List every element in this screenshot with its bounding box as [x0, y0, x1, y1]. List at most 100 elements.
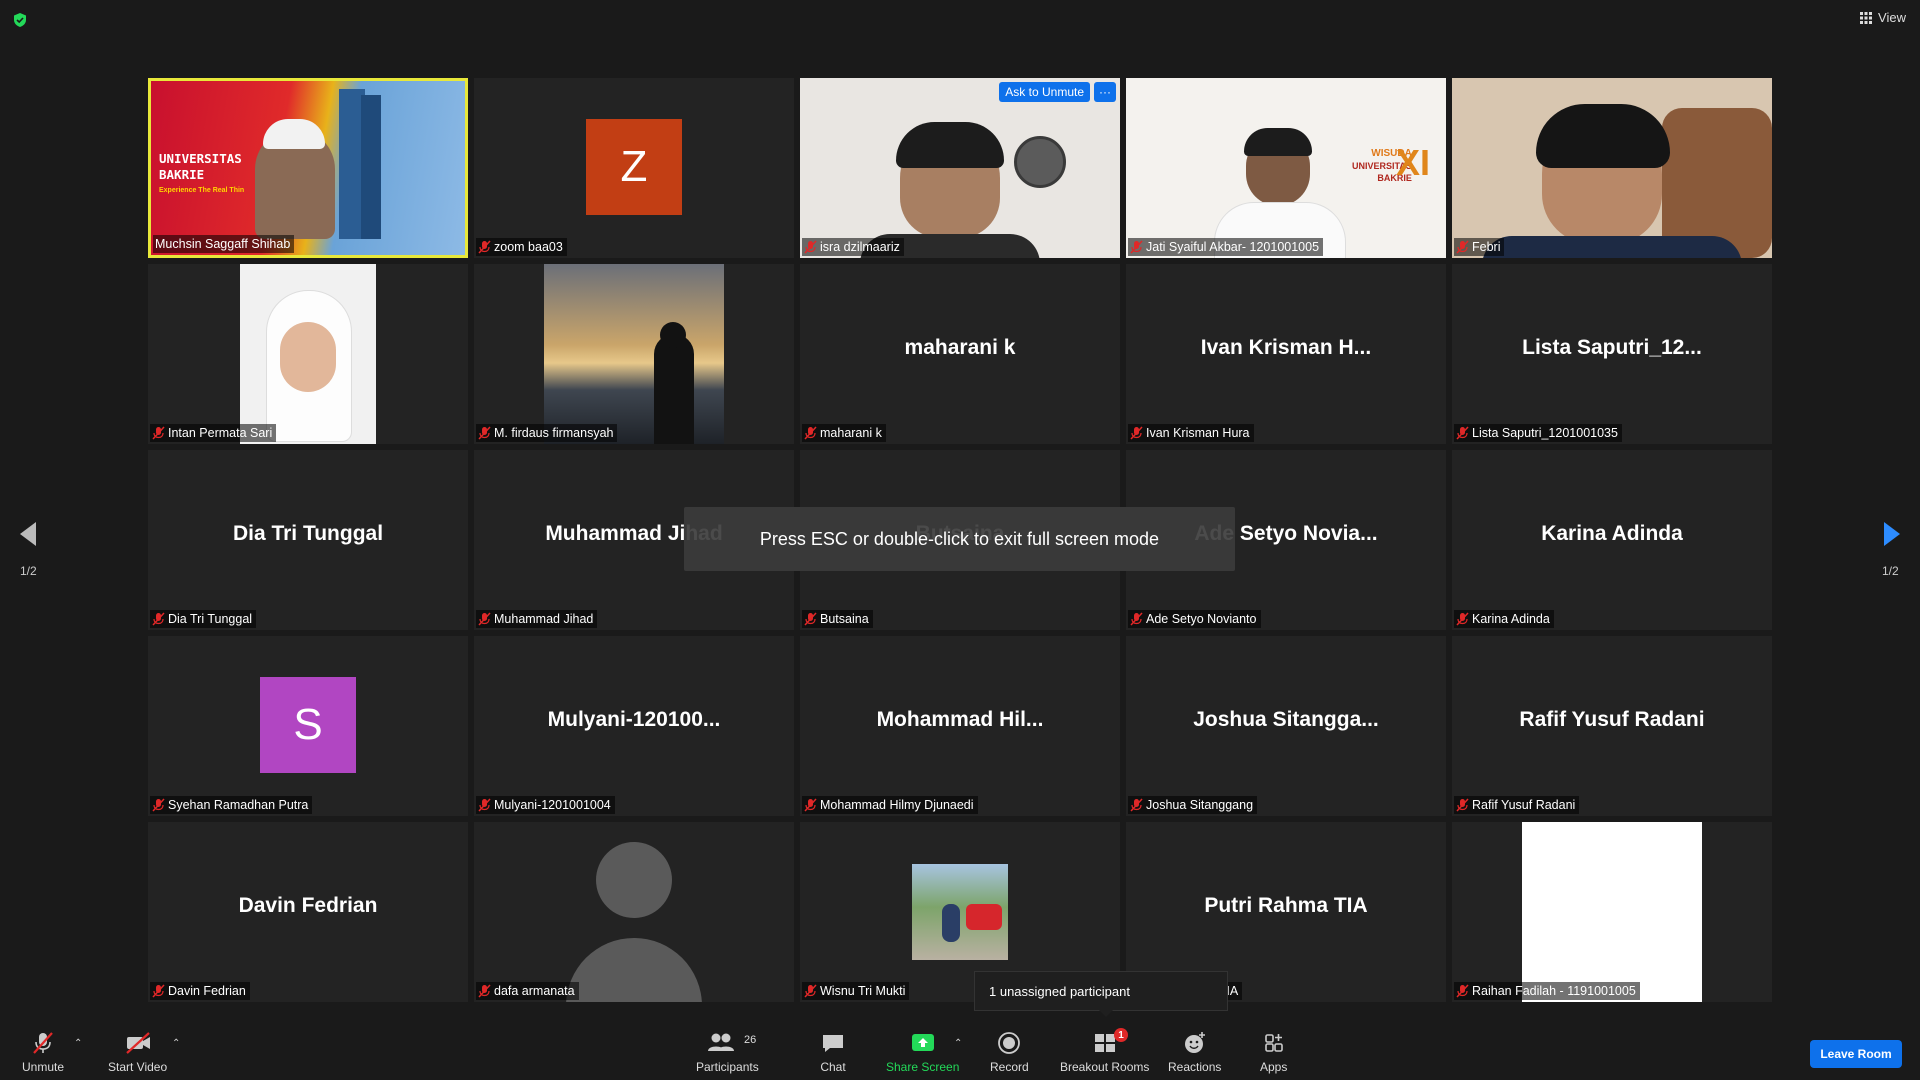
start-video-button[interactable]: Start Video: [108, 1030, 167, 1074]
participant-tile[interactable]: Dia Tri Tunggal Dia Tri Tunggal: [148, 450, 468, 630]
participant-name: isra dzilmaariz: [820, 240, 900, 254]
mic-muted-icon: [804, 426, 817, 440]
view-button[interactable]: View: [1860, 10, 1906, 25]
video-options-caret-icon[interactable]: ⌃: [172, 1038, 180, 1049]
participant-name: Joshua Sitanggang: [1146, 798, 1254, 812]
participant-name: Mohammad Hilmy Djunaedi: [820, 798, 974, 812]
participant-name-label: Intan Permata Sari: [150, 424, 277, 442]
page-indicator-left: 1/2: [20, 564, 37, 578]
apps-icon: [1264, 1034, 1283, 1052]
mic-muted-icon: [1456, 240, 1469, 254]
video-off-icon: [125, 1032, 150, 1054]
apps-button[interactable]: Apps: [1260, 1030, 1287, 1074]
participant-name-label: Syehan Ramadhan Putra: [150, 796, 313, 814]
reactions-button[interactable]: Reactions: [1168, 1030, 1221, 1074]
mic-muted-icon: [152, 612, 165, 626]
unmute-button[interactable]: Unmute: [22, 1030, 64, 1074]
participant-name-label: Muhammad Jihad: [476, 610, 598, 628]
participant-display-name: Dia Tri Tunggal: [232, 522, 384, 545]
participant-display-name: Mohammad Hil...: [876, 708, 1044, 731]
security-shield-icon[interactable]: [12, 12, 28, 28]
wisuda-numeral: XI: [1396, 142, 1431, 183]
share-screen-icon: [911, 1034, 934, 1051]
participant-tile[interactable]: S Syehan Ramadhan Putra: [148, 636, 468, 816]
participant-name-label: Wisnu Tri Mukti: [802, 982, 910, 1000]
participant-display-name: maharani k: [904, 336, 1016, 359]
participant-tile[interactable]: M. firdaus firmansyah: [474, 264, 794, 444]
participant-tile[interactable]: Mulyani-120100... Mulyani-1201001004: [474, 636, 794, 816]
mic-muted-icon: [1130, 612, 1143, 626]
more-options-button[interactable]: ···: [1094, 82, 1116, 102]
participant-display-name: Rafif Yusuf Radani: [1519, 708, 1705, 731]
participant-display-name: Joshua Sitangga...: [1193, 708, 1379, 731]
participant-tile[interactable]: Febri: [1452, 78, 1772, 258]
participant-tile[interactable]: WISUDA UNIVERSITAS BAKRIE XI Jati Syaiful Ak…: [1126, 78, 1446, 258]
participant-tile[interactable]: maharani k maharani k: [800, 264, 1120, 444]
participant-tile[interactable]: Davin Fedrian Davin Fedrian: [148, 822, 468, 1002]
participant-name: Butsaina: [820, 612, 869, 626]
participant-tile[interactable]: Karina Adinda Karina Adinda: [1452, 450, 1772, 630]
participant-name-label: Rafif Yusuf Radani: [1454, 796, 1580, 814]
participant-tile[interactable]: Mohammad Hil... Mohammad Hilmy Djunaedi: [800, 636, 1120, 816]
participant-display-name: Ivan Krisman H...: [1200, 336, 1372, 359]
breakout-rooms-button[interactable]: Breakout Rooms: [1060, 1030, 1149, 1074]
prev-page-arrow-icon[interactable]: [18, 520, 38, 548]
participants-count: 26: [744, 1034, 757, 1046]
participant-name-label: Davin Fedrian: [150, 982, 250, 1000]
video-feed: [800, 78, 1120, 258]
participant-name: maharani k: [820, 426, 882, 440]
reactions-label: Reactions: [1168, 1060, 1222, 1074]
share-options-caret-icon[interactable]: ⌃: [954, 1038, 962, 1049]
participant-tile[interactable]: UNIVERSITAS BAKRIE Experience The Real Thi…: [148, 78, 468, 258]
participant-name: Muhammad Jihad: [494, 612, 594, 626]
mic-muted-icon: [478, 612, 491, 626]
mic-muted-icon: [1456, 798, 1469, 812]
participant-name: Lista Saputri_1201001035: [1472, 426, 1618, 440]
participant-display-name: Lista Saputri_12...: [1522, 336, 1702, 359]
leave-room-button[interactable]: Leave Room: [1810, 1040, 1902, 1068]
participant-name-label: zoom baa03: [476, 238, 567, 256]
page-indicator-right: 1/2: [1882, 564, 1899, 578]
unassigned-participant-tooltip: 1 unassigned participant: [974, 971, 1228, 1017]
participant-name-label: Dia Tri Tunggal: [150, 610, 257, 628]
participant-tile[interactable]: Lista Saputri_12... Lista Saputri_1201001…: [1452, 264, 1772, 444]
participant-name-label: Joshua Sitanggang: [1128, 796, 1258, 814]
mic-muted-icon: [152, 426, 165, 440]
participant-name-label: Mohammad Hilmy Djunaedi: [802, 796, 978, 814]
participant-name: Davin Fedrian: [168, 984, 246, 998]
participant-tile[interactable]: Intan Permata Sari: [148, 264, 468, 444]
next-page-arrow-icon[interactable]: [1882, 520, 1902, 548]
participants-label: Participants: [696, 1060, 759, 1074]
participant-tile[interactable]: Rafif Yusuf Radani Rafif Yusuf Radani: [1452, 636, 1772, 816]
participant-display-name: Davin Fedrian: [238, 894, 378, 917]
participant-name: dafa armanata: [494, 984, 575, 998]
participant-name-label: Mulyani-1201001004: [476, 796, 615, 814]
participant-tile[interactable]: dafa armanata: [474, 822, 794, 1002]
mic-muted-icon: [804, 612, 817, 626]
participant-tile[interactable]: Zzoom baa03: [474, 78, 794, 258]
participant-tile[interactable]: Ask to Unmute ··· isra dzilmaariz: [800, 78, 1120, 258]
chat-button[interactable]: Chat: [820, 1030, 846, 1074]
record-button[interactable]: Record: [990, 1030, 1029, 1074]
avatar: S: [260, 677, 356, 773]
ask-to-unmute-button[interactable]: Ask to Unmute: [999, 82, 1090, 102]
mic-muted-icon: [478, 798, 491, 812]
mic-muted-icon: [33, 1032, 53, 1054]
fullscreen-exit-banner: Press ESC or double-click to exit full s…: [684, 507, 1235, 571]
mic-muted-icon: [1456, 984, 1469, 998]
audio-options-caret-icon[interactable]: ⌃: [74, 1038, 82, 1049]
mic-muted-icon: [804, 240, 817, 254]
participant-tile[interactable]: Ivan Krisman H... Ivan Krisman Hura: [1126, 264, 1446, 444]
share-screen-label: Share Screen: [886, 1060, 960, 1074]
participant-name: Muchsin Saggaff Shihab: [155, 237, 291, 251]
share-screen-button[interactable]: Share Screen: [886, 1030, 959, 1074]
participant-name-label: Karina Adinda: [1454, 610, 1554, 628]
slide-tagline: Experience The Real Thin: [159, 187, 245, 194]
participant-name: Mulyani-1201001004: [494, 798, 611, 812]
participant-tile[interactable]: Joshua Sitangga... Joshua Sitanggang: [1126, 636, 1446, 816]
participant-name: Jati Syaiful Akbar- 1201001005: [1146, 240, 1320, 254]
participant-tile[interactable]: Raihan Fadilah - 1191001005: [1452, 822, 1772, 1002]
slide-title-line1: UNIVERSITAS: [159, 151, 242, 166]
participant-name: Intan Permata Sari: [168, 426, 273, 440]
participant-name-label: dafa armanata: [476, 982, 579, 1000]
